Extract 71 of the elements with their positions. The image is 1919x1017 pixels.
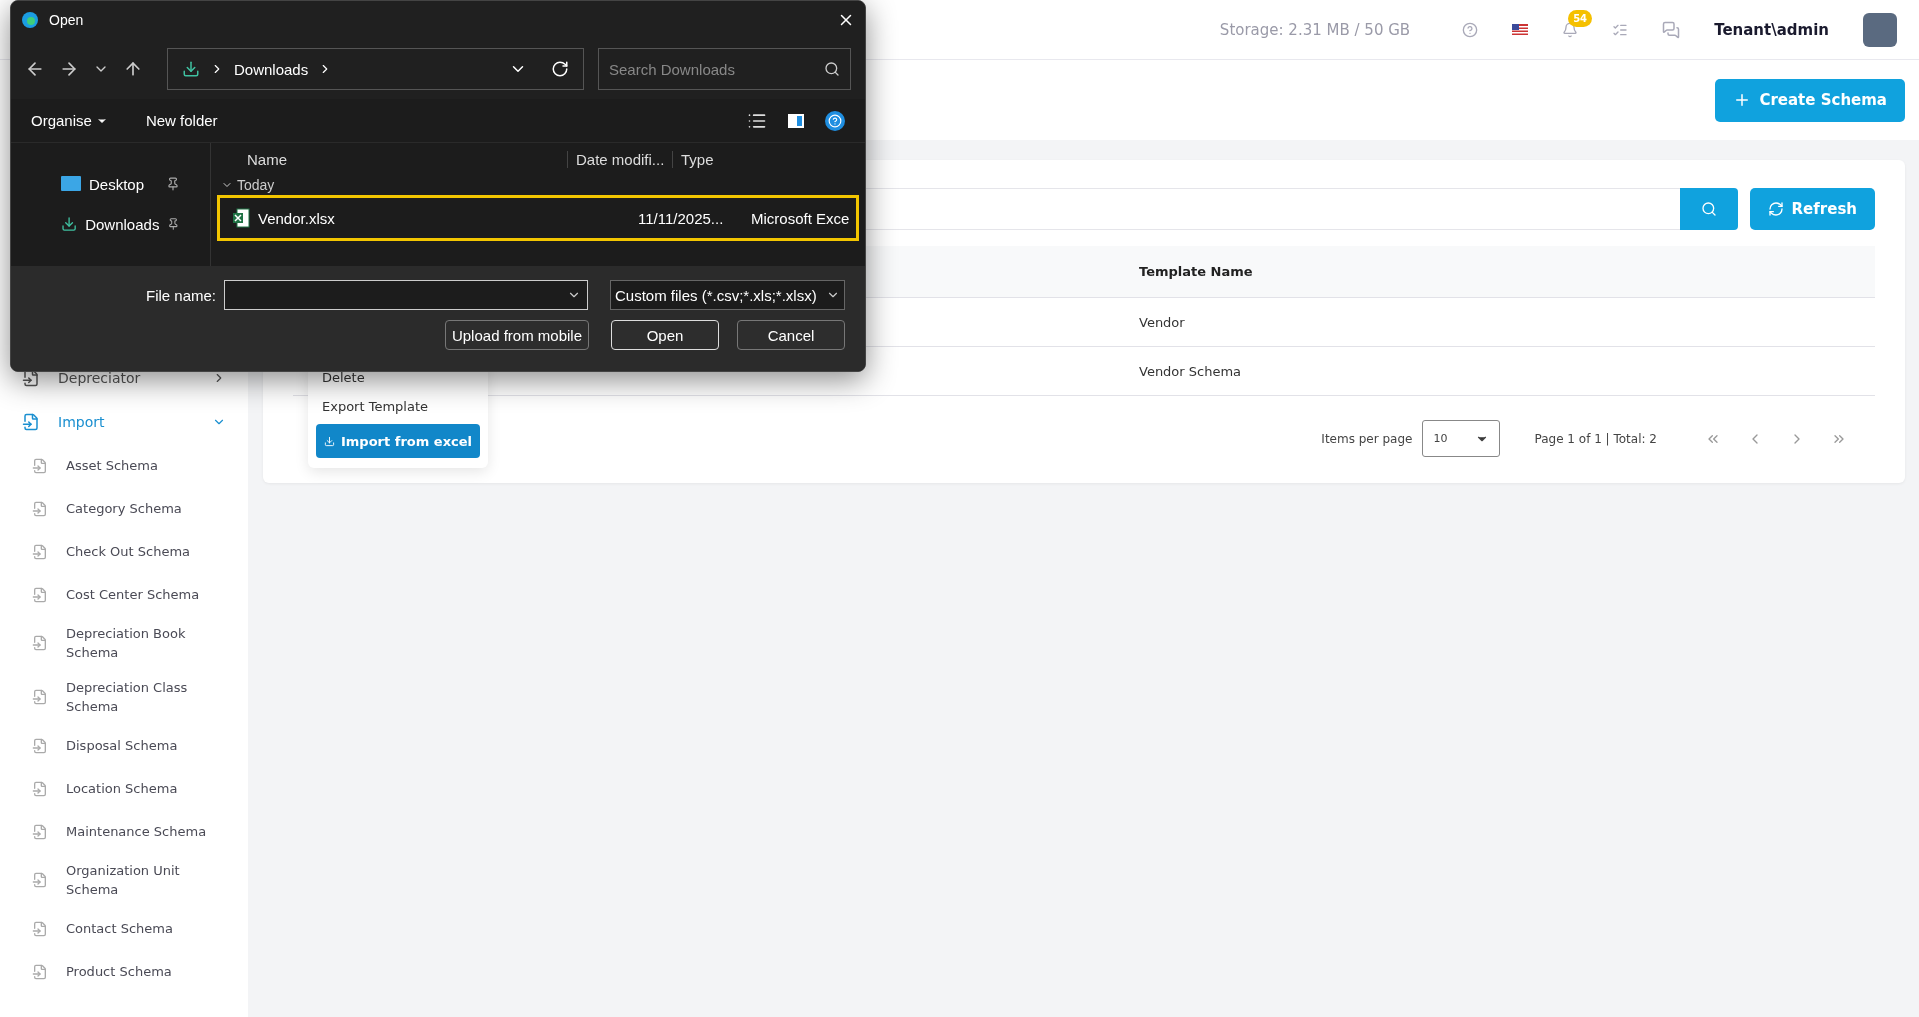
file-import-icon [22,413,40,431]
avatar[interactable] [1863,12,1897,47]
file-import-icon [32,737,48,754]
column-header[interactable]: Type [672,150,772,168]
browser-logo-icon [21,11,39,29]
import-from-excel-button[interactable]: Import from excel [316,424,480,458]
refresh-icon [551,60,569,78]
preview-pane-icon[interactable] [787,112,805,129]
sidebar-subitem[interactable]: Check Out Schema [0,530,248,573]
column-header: Template Name [1139,264,1253,279]
items-per-page-select[interactable]: 10 [1422,420,1501,457]
organise-menu[interactable]: Organise [31,112,108,129]
table-cell: Vendor [1139,314,1185,330]
file-import-icon [32,689,48,705]
download-icon [61,215,78,233]
file-import-icon [32,872,48,888]
sidebar-subitem[interactable]: Contact Schema [0,907,248,950]
flag-icon[interactable] [1512,24,1529,35]
file-group-header[interactable]: Today [217,175,859,195]
search-field[interactable]: Search Downloads [598,48,851,90]
sidebar-subitem[interactable]: Asset Schema [0,444,248,487]
sidebar-item[interactable]: Import [0,400,248,444]
file-import-icon [32,635,48,651]
dialog-title: Open [49,12,85,28]
download-icon [182,60,200,78]
file-type-select[interactable]: Custom files (*.csv;*.xls;*.xlsx) [610,280,845,310]
desktop-folder-icon [61,176,81,192]
refresh-icon [1767,201,1784,217]
sidebar-subitem[interactable]: Category Schema [0,487,248,530]
page-info: Page 1 of 1 | Total: 2 [1534,431,1657,446]
table-cell: Vendor Schema [1139,363,1242,379]
help-icon[interactable] [825,110,845,131]
storage-usage: Storage: 2.31 MB / 50 GB [1219,20,1411,39]
dialog-button[interactable]: Upload from mobile [444,320,589,350]
navigation-item[interactable]: Desktop [41,168,210,200]
file-import-icon [32,457,48,474]
file-name-field[interactable] [224,280,588,310]
file-import-icon [32,780,48,797]
sidebar-subitem[interactable]: Depreciation Class Schema [0,670,248,724]
sidebar-subitem[interactable]: Product Schema [0,950,248,993]
menu-item[interactable]: Export Template [316,395,480,418]
navigation-item[interactable]: Downloads [41,208,210,240]
column-header[interactable]: Date modifi... [567,150,672,168]
file-import-icon [32,543,48,560]
items-per-page-label: Items per page [1321,431,1413,446]
excel-file-icon [232,208,250,228]
file-import-icon [32,823,48,840]
sidebar-subitem[interactable]: Disposal Schema [0,724,248,767]
file-name-label: File name: [145,286,216,304]
sidebar-subitem[interactable]: Organization Unit Schema [0,853,248,907]
sidebar-subitem[interactable]: Depreciation Book Schema [0,616,248,670]
file-import-icon [32,500,48,517]
dialog-button[interactable]: Cancel [737,320,845,350]
search-button[interactable] [1679,188,1738,230]
search-icon [824,61,840,77]
file-row[interactable]: Vendor.xlsx 11/11/2025... Microsoft Exce [217,195,859,241]
column-header[interactable]: Name [217,150,567,168]
file-import-icon [32,586,48,603]
file-import-icon [32,963,48,980]
search-icon [1700,201,1717,217]
sidebar-subitem[interactable]: Maintenance Schema [0,810,248,853]
sidebar-item[interactable]: Depreciator [0,356,248,400]
address-bar[interactable]: Downloads [167,48,584,90]
dialog-button[interactable]: Open [611,320,719,350]
file-import-icon [22,369,40,387]
file-import-icon [32,920,48,937]
user-name: Tenant\admin [1714,20,1829,39]
sidebar-subitem[interactable]: Location Schema [0,767,248,810]
notification-count: 54 [1568,9,1593,27]
new-folder-button[interactable]: New folder [145,112,218,129]
sidebar-subitem[interactable]: Cost Center Schema [0,573,248,616]
